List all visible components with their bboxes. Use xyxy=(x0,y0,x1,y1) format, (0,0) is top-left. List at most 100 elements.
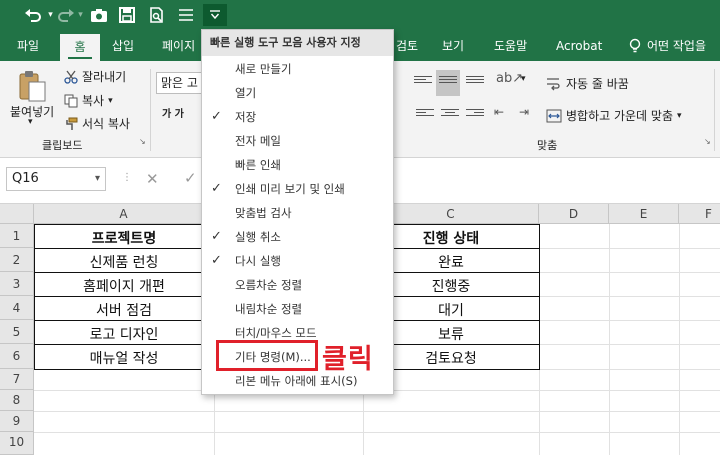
tell-me-label: 어떤 작업을 xyxy=(647,39,707,53)
cut-button[interactable]: 잘라내기 xyxy=(64,68,126,85)
menu-item-open[interactable]: 열기 xyxy=(202,81,393,105)
column-header[interactable]: E xyxy=(609,204,679,224)
tab-review[interactable]: 검토 xyxy=(392,31,422,61)
menu-item-quick-print[interactable]: 빠른 인쇄 xyxy=(202,153,393,177)
menu-item-label: 새로 만들기 xyxy=(235,62,292,76)
column-header[interactable]: A xyxy=(34,204,214,224)
customize-dropdown-icon[interactable] xyxy=(203,4,227,26)
menu-item-label: 오름차순 정렬 xyxy=(235,278,303,292)
tab-help[interactable]: 도움말 xyxy=(490,31,531,61)
name-box-dropdown-icon[interactable]: ▾ xyxy=(95,168,100,190)
cell-a5[interactable]: 로고 디자인 xyxy=(34,324,214,344)
cell-a1[interactable]: 프로젝트명 xyxy=(34,228,214,248)
cell-a6[interactable]: 매뉴얼 작성 xyxy=(34,348,214,368)
column-header[interactable]: D xyxy=(539,204,609,224)
cell-a2[interactable]: 신제품 런칭 xyxy=(34,252,214,272)
row-header[interactable]: 7 xyxy=(0,369,34,390)
row-header[interactable]: 4 xyxy=(0,296,34,320)
gridline xyxy=(679,224,680,455)
menu-item-sort-ascending[interactable]: 오름차순 정렬 xyxy=(202,273,393,297)
align-center-icon[interactable] xyxy=(441,107,459,123)
tab-home[interactable]: 홈 xyxy=(60,34,100,61)
undo-icon[interactable] xyxy=(20,4,46,26)
menu-item-email[interactable]: 전자 메일 xyxy=(202,129,393,153)
align-left-icon[interactable] xyxy=(416,107,434,123)
row-header[interactable]: 3 xyxy=(0,272,34,296)
title-bar: ▾ ▾ xyxy=(0,0,720,31)
alignment-launcher-icon[interactable]: ↘ xyxy=(704,137,711,146)
check-icon: ✓ xyxy=(211,229,222,244)
gridline xyxy=(539,224,540,455)
row-header[interactable]: 6 xyxy=(0,344,34,369)
confirm-entry-icon[interactable]: ✓ xyxy=(184,169,197,187)
formula-bar-grip-icon: ⋮ xyxy=(122,172,132,183)
wrap-text-button[interactable]: 자동 줄 바꿈 xyxy=(546,75,629,92)
copy-button[interactable]: 복사 ▾ xyxy=(64,92,113,109)
font-name-box[interactable]: 맑은 고 xyxy=(156,72,206,94)
touch-mode-icon[interactable] xyxy=(175,4,197,26)
menu-item-label: 열기 xyxy=(235,86,257,100)
row-header[interactable]: 5 xyxy=(0,320,34,344)
camera-icon[interactable] xyxy=(88,4,110,26)
decrease-indent-icon[interactable]: ⇤ xyxy=(494,105,504,119)
cancel-entry-icon[interactable]: ✕ xyxy=(146,170,159,188)
cut-label: 잘라내기 xyxy=(82,70,127,84)
align-middle-icon[interactable] xyxy=(436,70,460,96)
gridline xyxy=(609,224,610,455)
copy-dropdown-icon[interactable]: ▾ xyxy=(108,96,113,106)
increase-indent-icon[interactable]: ⇥ xyxy=(519,105,529,119)
menu-item-label: 인쇄 미리 보기 및 인쇄 xyxy=(235,182,345,196)
menu-item-new[interactable]: 새로 만들기 xyxy=(202,57,393,81)
font-size-buttons[interactable]: 가 가 xyxy=(162,105,184,120)
merge-dropdown-icon[interactable]: ▾ xyxy=(677,111,682,121)
row-header[interactable]: 10 xyxy=(0,432,34,455)
clipboard-launcher-icon[interactable]: ↘ xyxy=(139,137,146,146)
tell-me-search[interactable]: 어떤 작업을 xyxy=(625,31,710,61)
print-preview-icon[interactable] xyxy=(146,4,168,26)
check-icon: ✓ xyxy=(211,253,222,268)
menu-item-undo[interactable]: ✓ 실행 취소 xyxy=(202,225,393,249)
cell-a4[interactable]: 서버 점검 xyxy=(34,300,214,320)
row-header[interactable]: 2 xyxy=(0,248,34,272)
cell-a3[interactable]: 홈페이지 개편 xyxy=(34,276,214,296)
alignment-group-label: 맞춤 xyxy=(537,139,558,152)
tab-file[interactable]: 파일 xyxy=(13,31,43,61)
tab-view[interactable]: 보기 xyxy=(438,31,468,61)
merge-center-button[interactable]: 병합하고 가운데 맞춤 ▾ xyxy=(546,107,682,124)
row-header[interactable]: 9 xyxy=(0,411,34,432)
menu-item-redo[interactable]: ✓ 다시 실행 xyxy=(202,249,393,273)
redo-dropdown-icon[interactable]: ▾ xyxy=(76,4,85,26)
row-header[interactable]: 8 xyxy=(0,390,34,411)
menu-item-print-preview[interactable]: ✓ 인쇄 미리 보기 및 인쇄 xyxy=(202,177,393,201)
gridline xyxy=(34,432,720,433)
select-all-corner[interactable] xyxy=(0,204,34,224)
merge-center-icon xyxy=(546,109,562,122)
merge-center-label: 병합하고 가운데 맞춤 xyxy=(566,109,673,123)
menu-item-spelling[interactable]: 맞춤법 검사 xyxy=(202,201,393,225)
name-box[interactable]: Q16 ▾ xyxy=(6,167,106,191)
orientation-dropdown-icon[interactable]: ▾ xyxy=(521,74,526,84)
lightbulb-icon xyxy=(629,38,641,53)
row-header[interactable]: 1 xyxy=(0,224,34,248)
gridline xyxy=(34,411,720,412)
undo-dropdown-icon[interactable]: ▾ xyxy=(46,4,55,26)
redo-icon[interactable] xyxy=(56,4,76,26)
tab-acrobat[interactable]: Acrobat xyxy=(552,31,606,61)
tab-insert[interactable]: 삽입 xyxy=(108,31,138,61)
clipboard-group-label: 클립보드 xyxy=(42,139,83,152)
menu-item-label: 실행 취소 xyxy=(235,230,281,244)
check-icon: ✓ xyxy=(211,181,222,196)
orientation-icon[interactable]: ab↗ xyxy=(496,71,523,86)
align-top-icon[interactable] xyxy=(414,74,432,90)
tab-page-layout[interactable]: 페이지 xyxy=(158,31,199,61)
column-header[interactable]: F xyxy=(679,204,720,224)
menu-item-save[interactable]: ✓ 저장 xyxy=(202,105,393,129)
paste-icon[interactable] xyxy=(14,69,54,105)
menu-item-sort-descending[interactable]: 내림차순 정렬 xyxy=(202,297,393,321)
align-bottom-icon[interactable] xyxy=(466,74,484,90)
format-painter-button[interactable]: 서식 복사 xyxy=(64,115,130,132)
scissors-icon xyxy=(64,70,78,84)
paste-dropdown-icon[interactable]: ▾ xyxy=(28,117,33,127)
align-right-icon[interactable] xyxy=(466,107,484,123)
save-icon[interactable] xyxy=(116,4,138,26)
